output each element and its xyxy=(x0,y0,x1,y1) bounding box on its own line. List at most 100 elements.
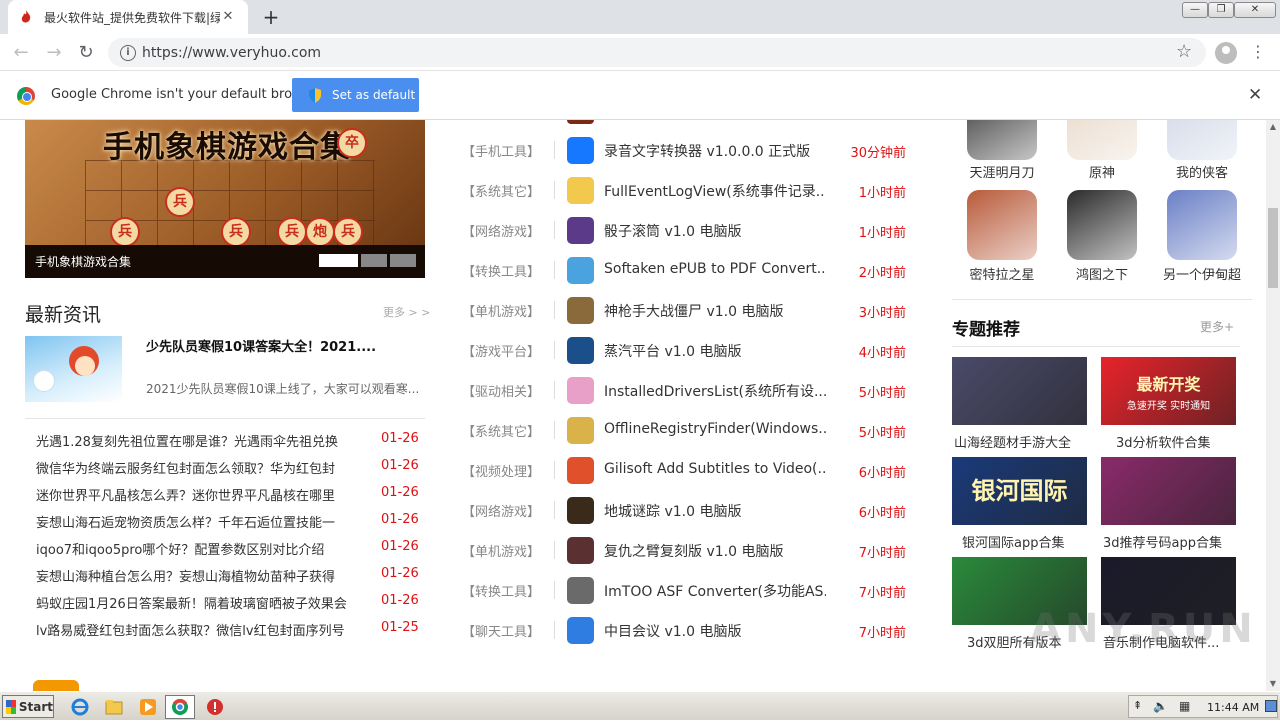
game-label[interactable]: 密特拉之星 xyxy=(952,264,1052,283)
scroll-down-arrow-icon[interactable]: ▼ xyxy=(1266,677,1280,691)
stop-icon[interactable] xyxy=(205,697,225,717)
news-item-title[interactable]: 蚂蚁庄园1月26日答案最新！隔着玻璃窗晒被子效果会 xyxy=(36,593,364,612)
software-icon[interactable] xyxy=(567,537,594,564)
software-name[interactable]: 中目会议 v1.0 电脑版 xyxy=(604,621,826,641)
software-row[interactable]: 【手机工具】 录音文字转换器 v1.0.0.0 正式版 30分钟前 xyxy=(462,130,922,170)
news-list-item[interactable]: lv路易威登红包封面怎么获取？微信lv红包封面序列号 01-25 xyxy=(36,615,426,642)
software-row[interactable]: 【系统其它】 OfflineRegistryFinder(Windows... … xyxy=(462,410,922,450)
chrome-taskbar-button[interactable] xyxy=(165,695,195,719)
software-category[interactable]: 【聊天工具】 xyxy=(462,621,540,640)
news-item-title[interactable]: 妄想山海种植台怎么用？妄想山海植物幼苗种子获得 xyxy=(36,566,364,585)
software-row[interactable]: 【转换工具】 Softaken ePUB to PDF Convert... 2… xyxy=(462,250,922,290)
game-label[interactable]: 鸿图之下 xyxy=(1052,264,1152,283)
software-row[interactable]: 【网络游戏】 地城谜踪 v1.0 电脑版 6小时前 xyxy=(462,490,922,530)
software-icon[interactable] xyxy=(567,497,594,524)
software-name[interactable]: FullEventLogView(系统事件记录... xyxy=(604,181,826,201)
software-name[interactable]: 复仇之臂复刻版 v1.0 电脑版 xyxy=(604,541,826,561)
software-icon[interactable] xyxy=(567,297,594,324)
news-item-title[interactable]: lv路易威登红包封面怎么获取？微信lv红包封面序列号 xyxy=(36,620,364,639)
software-row[interactable]: 【系统其它】 FullEventLogView(系统事件记录... 1小时前 xyxy=(462,170,922,210)
software-row[interactable]: 【转换工具】 ImTOO ASF Converter(多功能AS... 7小时前 xyxy=(462,570,922,610)
software-icon[interactable] xyxy=(567,137,594,164)
maximize-button[interactable]: ❐ xyxy=(1208,2,1234,18)
browser-tab[interactable]: 最火软件站_提供免费软件下载|绿色 ✕ xyxy=(8,0,248,34)
infobar-close-icon[interactable]: ✕ xyxy=(1248,85,1262,105)
software-name[interactable]: 骰子滚筒 v1.0 电脑版 xyxy=(604,221,826,241)
page-scrollbar[interactable]: ▲ ▼ xyxy=(1266,120,1280,691)
software-category[interactable]: 【转换工具】 xyxy=(462,581,540,600)
software-category[interactable]: 【游戏平台】 xyxy=(462,341,540,360)
featured-news-thumbnail[interactable] xyxy=(25,336,122,402)
volume-icon[interactable]: 🔈 xyxy=(1153,699,1168,713)
slide-dot-3[interactable] xyxy=(390,254,416,267)
ie-icon[interactable] xyxy=(70,697,90,717)
software-row[interactable]: 【单机游戏】 神枪手大战僵尸 v1.0 电脑版 3小时前 xyxy=(462,290,922,330)
game-label[interactable]: 天涯明月刀 xyxy=(952,162,1052,181)
game-icon[interactable] xyxy=(1067,190,1137,260)
reload-icon[interactable]: ↻ xyxy=(75,42,97,64)
news-list-item[interactable]: 妄想山海种植台怎么用？妄想山海植物幼苗种子获得 01-26 xyxy=(36,561,426,588)
software-category[interactable]: 【系统其它】 xyxy=(462,421,540,440)
software-name[interactable]: ImTOO ASF Converter(多功能AS... xyxy=(604,581,826,601)
software-name[interactable]: 地城谜踪 v1.0 电脑版 xyxy=(604,501,826,521)
kebab-menu-icon[interactable]: ⋮ xyxy=(1250,42,1266,61)
software-row[interactable]: 【游戏平台】 蒸汽平台 v1.0 电脑版 4小时前 xyxy=(462,330,922,370)
software-category[interactable]: 【系统其它】 xyxy=(462,181,540,200)
game-icon[interactable] xyxy=(1167,120,1237,160)
software-row[interactable]: 【驱动相关】 InstalledDriversList(系统所有设... 5小时… xyxy=(462,370,922,410)
software-name[interactable]: OfflineRegistryFinder(Windows... xyxy=(604,421,826,437)
software-icon[interactable] xyxy=(567,417,594,444)
software-category[interactable]: 【网络游戏】 xyxy=(462,221,540,240)
game-label[interactable]: 原神 xyxy=(1052,162,1152,181)
software-category[interactable]: 【单机游戏】 xyxy=(462,541,540,560)
software-row[interactable]: 【聊天工具】 中目会议 v1.0 电脑版 7小时前 xyxy=(462,610,922,650)
tray-arrow-icon[interactable]: ⇞ xyxy=(1133,699,1142,712)
new-tab-button[interactable]: + xyxy=(260,6,282,28)
slide-dot-1[interactable] xyxy=(319,254,358,267)
topic-image[interactable]: 银河国际 xyxy=(952,457,1087,525)
news-list-item[interactable]: iqoo7和iqoo5pro哪个好？配置参数区别对比介绍 01-26 xyxy=(36,534,426,561)
window-close-button[interactable]: ✕ xyxy=(1234,2,1276,18)
software-row[interactable]: 【单机游戏】 复仇之臂复刻版 v1.0 电脑版 7小时前 xyxy=(462,530,922,570)
software-name[interactable]: Gilisoft Add Subtitles to Video(... xyxy=(604,461,826,477)
software-category[interactable]: 【网络游戏】 xyxy=(462,501,540,520)
software-icon[interactable] xyxy=(567,257,594,284)
software-name[interactable]: 蒸汽平台 v1.0 电脑版 xyxy=(604,341,826,361)
news-list-item[interactable]: 微信华为终端云服务红包封面怎么领取？华为红包封 01-26 xyxy=(36,453,426,480)
software-icon[interactable] xyxy=(567,177,594,204)
topic-image[interactable]: 最新开奖 急速开奖 实时通知 xyxy=(1101,357,1236,425)
back-arrow-icon[interactable]: ← xyxy=(10,42,32,64)
orange-tab-button[interactable] xyxy=(33,680,79,691)
topic-image[interactable] xyxy=(1101,457,1236,525)
news-item-title[interactable]: 妄想山海石逅宠物资质怎么样？千年石逅位置技能一 xyxy=(36,512,364,531)
site-info-icon[interactable]: i xyxy=(120,44,136,61)
start-button[interactable]: Start xyxy=(2,695,54,718)
show-desktop-icon[interactable] xyxy=(1265,700,1277,712)
software-row[interactable]: 【网络游戏】 骰子滚筒 v1.0 电脑版 1小时前 xyxy=(462,210,922,250)
software-category[interactable]: 【单机游戏】 xyxy=(462,301,540,320)
news-item-title[interactable]: 微信华为终端云服务红包封面怎么领取？华为红包封 xyxy=(36,458,364,477)
address-bar[interactable]: i https://www.veryhuo.com xyxy=(108,38,1206,67)
featured-news-title[interactable]: 少先队员寒假10课答案大全！2021.... xyxy=(146,336,391,355)
software-name[interactable]: 录音文字转换器 v1.0.0.0 正式版 xyxy=(604,141,826,161)
scroll-thumb[interactable] xyxy=(1268,208,1278,288)
game-label[interactable]: 我的侠客 xyxy=(1152,162,1252,181)
topic-label[interactable]: 3d分析软件合集 xyxy=(1116,432,1211,451)
news-list-item[interactable]: 蚂蚁庄园1月26日答案最新！隔着玻璃窗晒被子效果会 01-26 xyxy=(36,588,426,615)
set-as-default-button[interactable]: Set as default xyxy=(292,78,419,112)
software-icon[interactable] xyxy=(567,377,594,404)
software-category[interactable]: 【转换工具】 xyxy=(462,261,540,280)
game-icon[interactable] xyxy=(1167,190,1237,260)
tray-clock[interactable]: 11:44 AM xyxy=(1207,701,1259,714)
software-name[interactable]: 神枪手大战僵尸 v1.0 电脑版 xyxy=(604,301,826,321)
game-icon[interactable] xyxy=(967,190,1037,260)
news-item-title[interactable]: iqoo7和iqoo5pro哪个好？配置参数区别对比介绍 xyxy=(36,539,364,558)
software-category[interactable]: 【驱动相关】 xyxy=(462,381,540,400)
software-icon[interactable] xyxy=(567,457,594,484)
news-list-item[interactable]: 妄想山海石逅宠物资质怎么样？千年石逅位置技能一 01-26 xyxy=(36,507,426,534)
forward-arrow-icon[interactable]: → xyxy=(43,42,65,64)
game-icon[interactable] xyxy=(967,120,1037,160)
news-more-link[interactable]: 更多 > > xyxy=(383,304,430,320)
chess-banner[interactable]: 手机象棋游戏合集 兵 兵 兵 兵 炮 兵 卒 手机象棋游戏合集 xyxy=(25,120,425,278)
game-icon[interactable] xyxy=(1067,120,1137,160)
